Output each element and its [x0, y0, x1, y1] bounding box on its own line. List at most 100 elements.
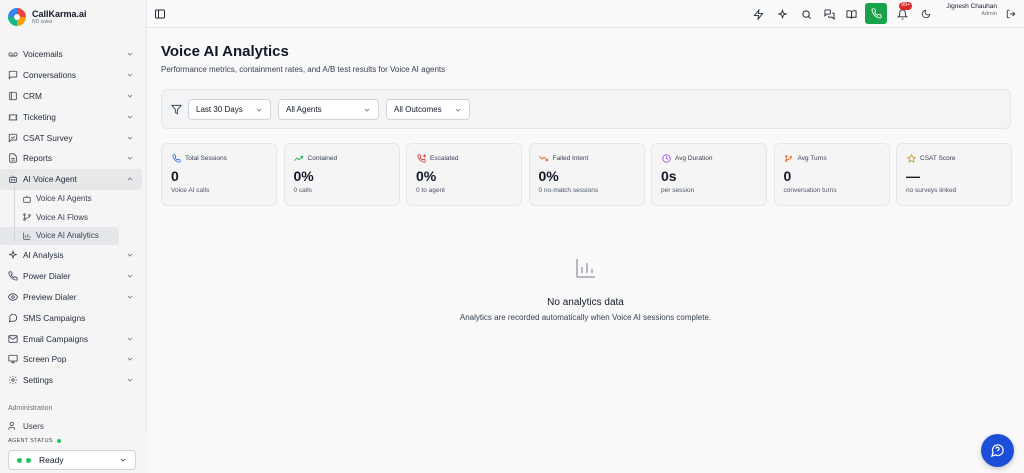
stat-card-csat-score: CSAT Score — no surveys linked — [896, 143, 1012, 206]
agent-status-title: AGENT STATUS — [8, 438, 61, 444]
users-icon — [8, 422, 18, 430]
stat-label: Escalated — [430, 154, 459, 162]
agents-select[interactable]: All Agents — [278, 99, 379, 120]
help-chat-icon — [990, 444, 1004, 458]
empty-state: No analytics data Analytics are recorded… — [147, 256, 1024, 322]
period-select-value: Last 30 Days — [196, 105, 243, 114]
outcomes-select[interactable]: All Outcomes — [386, 99, 470, 120]
sidebar-item-reports[interactable]: Reports — [0, 148, 142, 169]
eye-icon — [8, 292, 18, 302]
chevron-down-icon — [127, 295, 133, 299]
stat-subtext: conversation turns — [783, 187, 837, 194]
bar-chart-icon — [22, 231, 32, 241]
moon-icon[interactable] — [919, 7, 933, 21]
git-branch-icon — [22, 212, 32, 222]
sidebar-item-label: SMS Campaigns — [23, 312, 86, 323]
sidebar-subitem-label: Voice AI Agents — [36, 194, 92, 204]
voicemail-icon — [8, 49, 18, 59]
sidebar-item-ai-analysis[interactable]: AI Analysis — [0, 245, 142, 266]
stat-card-avg-turns: Avg Turns 0 conversation turns — [773, 143, 890, 206]
status-dot — [26, 457, 31, 463]
file-text-icon — [8, 153, 18, 163]
section-label-administration: Administration — [8, 405, 53, 412]
agent-status-select[interactable]: Ready — [8, 450, 136, 470]
stat-value: 0 — [783, 168, 792, 184]
status-dot — [17, 457, 22, 463]
outcomes-select-value: All Outcomes — [394, 105, 442, 114]
chevron-down-icon — [127, 115, 133, 119]
sidebar-item-preview-dialer[interactable]: Preview Dialer — [0, 287, 142, 308]
sidebar-item-conversations[interactable]: Conversations — [0, 65, 142, 86]
sidebar-item-label: AI Voice Agent — [23, 174, 77, 185]
empty-state-title: No analytics data — [547, 297, 624, 308]
brand-name: CallKarma.ai — [32, 8, 87, 19]
sidebar-item-settings[interactable]: Settings — [0, 370, 142, 391]
chevron-down-icon — [364, 108, 370, 112]
stat-subtext: 0 to agent — [416, 187, 445, 194]
sidebar-item-csat-survey[interactable]: CSAT Survey — [0, 127, 142, 148]
sidebar-item-label: Settings — [23, 375, 53, 386]
stat-label: Avg Turns — [797, 154, 827, 162]
messages-icon[interactable] — [822, 7, 836, 21]
chevron-down-icon — [256, 108, 262, 112]
help-chat-button[interactable] — [981, 434, 1014, 467]
logout-icon[interactable] — [1004, 7, 1018, 21]
sidebar-item-ticketing[interactable]: Ticketing — [0, 106, 142, 127]
trending-down-icon — [539, 153, 549, 163]
chevron-down-icon — [127, 378, 133, 382]
brand[interactable]: CallKarma.ai ND sales — [8, 6, 87, 28]
user-menu[interactable]: Jignesh Chauhan Admin — [941, 3, 997, 17]
sidebar-nav: Voicemails Conversations CRM Ticketing C… — [0, 36, 147, 391]
chevron-down-icon — [455, 108, 461, 112]
period-select[interactable]: Last 30 Days — [188, 99, 271, 120]
chevron-down-icon — [127, 157, 133, 160]
stat-label: Failed Intent — [552, 154, 589, 162]
stat-card-failed-intent: Failed Intent 0% 0 no-match sessions — [528, 143, 645, 206]
sidebar-item-crm[interactable]: CRM — [0, 86, 142, 107]
gear-icon — [8, 375, 18, 385]
sidebar: CallKarma.ai ND sales Voicemails Convers… — [0, 0, 147, 473]
sidebar-item-label: Power Dialer — [23, 271, 71, 282]
agent-status-value: Ready — [39, 455, 64, 465]
phone-icon — [171, 153, 181, 163]
sidebar-subitem-voice-ai-flows[interactable]: Voice AI Flows — [0, 208, 147, 227]
sidebar-item-label: Reports — [23, 153, 53, 164]
sidebar-subitem-voice-ai-analytics[interactable]: Voice AI Analytics — [0, 226, 119, 246]
monitor-icon — [8, 354, 18, 364]
chevron-down-icon — [127, 337, 133, 341]
sidebar-subitem-label: Voice AI Analytics — [36, 231, 99, 241]
page-subtitle: Performance metrics, containment rates, … — [161, 65, 446, 74]
sidebar-item-label: Email Campaigns — [23, 333, 89, 344]
sparkles-icon[interactable] — [775, 7, 789, 21]
book-open-icon[interactable] — [844, 7, 858, 21]
stat-label: Total Sessions — [185, 154, 227, 162]
stat-subtext: no surveys linked — [906, 187, 957, 194]
sidebar-item-power-dialer[interactable]: Power Dialer — [0, 266, 142, 287]
sidebar-item-screen-pop[interactable]: Screen Pop — [0, 349, 142, 370]
search-icon[interactable] — [799, 7, 813, 21]
sidebar-item-sms-campaigns[interactable]: SMS Campaigns — [0, 307, 142, 328]
chevron-down-icon — [120, 458, 126, 462]
stat-card-avg-duration: Avg Duration 0s per session — [651, 143, 767, 206]
sidebar-subitem-voice-ai-agents[interactable]: Voice AI Agents — [0, 190, 147, 209]
sidebar-item-label: AI Analysis — [23, 250, 64, 261]
sidebar-item-label: Conversations — [23, 70, 77, 81]
page-title: Voice AI Analytics — [161, 43, 289, 60]
call-button[interactable] — [865, 3, 887, 24]
lightning-icon[interactable] — [751, 7, 765, 21]
agents-select-value: All Agents — [286, 105, 322, 114]
bot-icon — [22, 194, 32, 204]
stat-value: 0s — [661, 168, 677, 184]
stat-value: 0 — [171, 168, 179, 184]
agent-status-panel: AGENT STATUS Ready — [0, 432, 147, 473]
sidebar-item-label: Preview Dialer — [23, 292, 77, 303]
phone-call-icon — [8, 271, 18, 281]
sidebar-item-users[interactable]: Users — [8, 422, 44, 430]
sidebar-item-email-campaigns[interactable]: Email Campaigns — [0, 328, 142, 349]
empty-state-subtitle: Analytics are recorded automatically whe… — [459, 313, 712, 322]
sidebar-item-voicemails[interactable]: Voicemails — [0, 44, 142, 65]
sidebar-toggle-icon[interactable] — [153, 7, 167, 21]
stat-value: 0% — [416, 168, 437, 184]
sidebar-item-ai-voice-agent[interactable]: AI Voice Agent — [0, 168, 142, 190]
sidebar-item-label: Users — [23, 422, 44, 430]
